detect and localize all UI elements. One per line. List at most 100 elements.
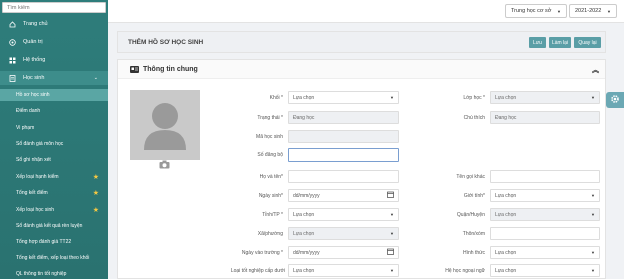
enroll-date-label: Ngày vào trường * bbox=[241, 250, 283, 256]
sidebar-subitem-label: Vi phạm bbox=[16, 125, 35, 131]
grad-type-label: Loại tốt nghiệp cấp dưới bbox=[230, 268, 285, 274]
topbar: Trung học cơ sở ▼ 2021-2022 ▼ bbox=[108, 0, 624, 23]
star-icon: ★ bbox=[92, 207, 99, 214]
grad-type-select[interactable]: Lựa chọn ▼ bbox=[288, 264, 399, 277]
chevron-down-icon: ▼ bbox=[591, 250, 595, 255]
register-number-label: Số đăng bộ bbox=[257, 152, 283, 158]
grad-type-value: Lựa chọn bbox=[293, 267, 315, 274]
page-header: THÊM HỒ SƠ HỌC SINH Lưu Làm lại Quay lại bbox=[117, 31, 606, 53]
grade-select[interactable]: Lựa chọn ▼ bbox=[288, 91, 399, 104]
sidebar-subitem[interactable]: Sổ đánh giá môn học bbox=[0, 138, 108, 150]
section-header[interactable]: Thông tin chung ︽ bbox=[118, 60, 605, 79]
status-select[interactable]: Đang học bbox=[288, 111, 399, 124]
note-value: Đang học bbox=[495, 114, 517, 121]
sidebar-subitem[interactable]: Hồ sơ học sinh bbox=[0, 89, 108, 101]
district-select[interactable]: Lựa chọn ▼ bbox=[490, 208, 600, 221]
chevron-down-icon: ▼ bbox=[607, 8, 611, 14]
sidebar-subitem[interactable]: Sổ đánh giá kết quả rèn luyện bbox=[0, 220, 108, 232]
ward-label: Xã/phường bbox=[257, 231, 283, 237]
school-level-value: Trung học cơ sở bbox=[511, 8, 552, 14]
chevron-down-icon: ▼ bbox=[557, 8, 561, 14]
sidebar-subitem-label: Tổng hợp đánh giá TT22 bbox=[16, 239, 72, 245]
save-button[interactable]: Lưu bbox=[529, 37, 546, 48]
star-icon: ★ bbox=[92, 190, 99, 197]
avatar-placeholder-icon bbox=[144, 103, 186, 150]
gender-select[interactable]: Lựa chọn ▼ bbox=[490, 189, 600, 202]
sidebar-item-students[interactable]: Học sinh ⌄ bbox=[0, 71, 108, 85]
status-value: Đang học bbox=[293, 114, 315, 121]
chevron-down-icon: ▼ bbox=[390, 212, 394, 217]
method-label: Hình thức bbox=[463, 250, 485, 256]
birthdate-field[interactable]: dd/mm/yyyy bbox=[288, 189, 399, 202]
sidebar-item-admin[interactable]: Quản trị bbox=[0, 35, 108, 49]
calendar-icon[interactable] bbox=[387, 248, 394, 257]
province-select[interactable]: Lựa chọn ▼ bbox=[288, 208, 399, 221]
enroll-date-field[interactable]: dd/mm/yyyy bbox=[288, 246, 399, 259]
chevron-down-icon: ▼ bbox=[591, 212, 595, 217]
language-system-label: Hệ học ngoại ngữ bbox=[445, 268, 485, 274]
sidebar-subitem-label: Tổng kết điểm bbox=[16, 190, 48, 196]
sidebar-subitem-label: Điểm danh bbox=[16, 108, 41, 114]
gender-label: Giới tính* bbox=[463, 193, 485, 199]
student-code-label: Mã học sinh bbox=[256, 134, 283, 140]
back-button[interactable]: Quay lại bbox=[574, 37, 601, 48]
sidebar-subitem[interactable]: Xếp loại học sinh ★ bbox=[0, 204, 108, 216]
fullname-field[interactable] bbox=[288, 170, 399, 183]
page-title: THÊM HỒ SƠ HỌC SINH bbox=[128, 39, 204, 46]
register-number-field[interactable] bbox=[288, 148, 399, 162]
sidebar-subitem[interactable]: Sổ ghi nhận xét bbox=[0, 154, 108, 166]
birthdate-placeholder: dd/mm/yyyy bbox=[293, 192, 320, 199]
grid-icon bbox=[9, 57, 16, 64]
ward-select[interactable]: Lựa chọn ▼ bbox=[288, 227, 399, 240]
ward-value: Lựa chọn bbox=[293, 230, 315, 237]
sidebar-item-label: Học sinh bbox=[23, 75, 45, 81]
method-select[interactable]: Lựa chọn ▼ bbox=[490, 246, 600, 259]
district-value: Lựa chọn bbox=[495, 211, 517, 218]
id-card-icon bbox=[130, 66, 139, 73]
sidebar-subitem[interactable]: Điểm danh bbox=[0, 105, 108, 117]
sidebar: Trang chủ Quản trị Hệ thống Học sinh ⌄ H… bbox=[0, 0, 108, 279]
sidebar-subitem[interactable]: Xếp loại hạnh kiểm ★ bbox=[0, 171, 108, 183]
sidebar-item-label: Trang chủ bbox=[23, 21, 48, 27]
note-field[interactable]: Đang học bbox=[490, 111, 600, 124]
sidebar-item-home[interactable]: Trang chủ bbox=[0, 17, 108, 31]
nickname-field[interactable] bbox=[490, 170, 600, 183]
fullname-label: Họ và tên* bbox=[259, 174, 283, 180]
school-year-select[interactable]: 2021-2022 ▼ bbox=[569, 4, 617, 18]
chevron-down-icon: ⌄ bbox=[93, 75, 98, 81]
chevron-down-icon: ▼ bbox=[591, 95, 595, 100]
province-value: Lựa chọn bbox=[293, 211, 315, 218]
gear-icon bbox=[610, 94, 620, 106]
class-select[interactable]: Lựa chọn ▼ bbox=[490, 91, 600, 104]
sidebar-subitem[interactable]: Tổng hợp đánh giá TT22 bbox=[0, 236, 108, 248]
sidebar-subitem[interactable]: Tổng kết điểm ★ bbox=[0, 187, 108, 199]
collapse-icon[interactable]: ︽ bbox=[592, 65, 599, 75]
hamlet-field[interactable] bbox=[490, 227, 600, 240]
language-system-select[interactable]: Lựa chọn ▼ bbox=[490, 264, 600, 277]
nickname-label: Tên gọi khác bbox=[456, 174, 485, 180]
school-level-select[interactable]: Trung học cơ sở ▼ bbox=[505, 4, 567, 18]
calendar-icon[interactable] bbox=[387, 191, 394, 200]
settings-circle-icon bbox=[9, 38, 16, 46]
grade-label: Khối * bbox=[269, 95, 283, 101]
province-label: Tỉnh/TP * bbox=[262, 212, 283, 218]
sidebar-item-label: Quản trị bbox=[23, 39, 43, 45]
sidebar-search-input[interactable] bbox=[2, 2, 106, 13]
reset-button[interactable]: Làm lại bbox=[549, 37, 571, 48]
sidebar-subitem[interactable]: Vi phạm bbox=[0, 122, 108, 134]
chevron-down-icon: ▼ bbox=[591, 193, 595, 198]
sidebar-subitem[interactable]: Tổng kết điểm, xếp loại theo khối bbox=[0, 250, 96, 266]
sidebar-subitem-label: Xếp loại học sinh bbox=[16, 207, 55, 213]
camera-icon[interactable] bbox=[159, 160, 170, 169]
star-icon: ★ bbox=[92, 174, 99, 181]
sidebar-subitem-label: Hồ sơ học sinh bbox=[16, 92, 50, 98]
grade-value: Lựa chọn bbox=[293, 94, 315, 101]
student-photo[interactable] bbox=[130, 90, 200, 160]
sidebar-subitem-label: Sổ đánh giá kết quả rèn luyện bbox=[16, 223, 83, 229]
sidebar-subitem-label: Sổ đánh giá môn học bbox=[16, 141, 64, 147]
student-code-field[interactable] bbox=[288, 130, 399, 143]
settings-float-button[interactable] bbox=[606, 92, 624, 108]
sidebar-subitem[interactable]: QL thông tin tốt nghiệp bbox=[0, 268, 108, 279]
chevron-down-icon: ▼ bbox=[390, 268, 394, 273]
sidebar-item-system[interactable]: Hệ thống bbox=[0, 53, 108, 67]
